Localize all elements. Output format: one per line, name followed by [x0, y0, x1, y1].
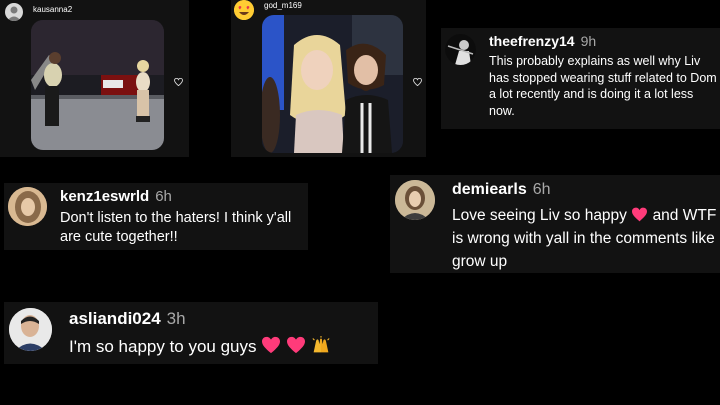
post-card-kausanna2: kausanna2	[0, 0, 189, 157]
like-comment-button[interactable]	[413, 78, 422, 86]
comment-time: 6h	[155, 188, 172, 205]
post-photo[interactable]	[31, 20, 164, 150]
user-avatar-image	[9, 308, 52, 351]
comment-header: demiearls 6h	[452, 181, 551, 199]
comment-username[interactable]: asliandi024	[69, 309, 161, 328]
comment-time: 3h	[166, 309, 186, 328]
comment-username[interactable]: demiearls	[452, 181, 527, 198]
comment-text: I'm so happy to you guys	[69, 336, 374, 358]
avatar[interactable]	[5, 3, 23, 21]
user-avatar-image	[8, 187, 47, 226]
comment-card-kenz1eswrld: kenz1eswrld 6h Don't listen to the haters…	[4, 183, 308, 250]
comment-text: Don't listen to the haters! I think y'al…	[60, 210, 292, 245]
avatar[interactable]	[395, 180, 435, 220]
comment-time: 6h	[532, 181, 551, 198]
raising-hands-emoji	[312, 336, 330, 353]
comment-time: 9h	[580, 33, 597, 49]
like-comment-button[interactable]	[174, 78, 183, 86]
comment-header: kenz1eswrld 6h	[60, 188, 172, 205]
comment-username[interactable]: theefrenzy14	[489, 33, 575, 49]
post-username[interactable]: kausanna2	[33, 5, 72, 14]
post-card-god_m169: god_m169	[231, 0, 426, 157]
heart-outline-icon	[413, 78, 422, 86]
heart-emoji	[632, 207, 648, 222]
comment-text-part-1: Love seeing Liv so happy	[452, 207, 627, 224]
heart-eyes-emoji	[234, 0, 254, 20]
comment-header: asliandi024 3h	[69, 309, 186, 329]
heart-emoji	[286, 336, 305, 354]
wrestling-ring-scene	[31, 20, 164, 150]
comment-card-theefrenzy14: theefrenzy14 9h This probably explains as…	[441, 28, 720, 129]
comment-text: Love seeing Liv so happy and WTF is wron…	[452, 204, 718, 273]
comment-text-part-1: I'm so happy to you guys	[69, 337, 257, 356]
comment-card-asliandi024: asliandi024 3h I'm so happy to you guys	[4, 302, 378, 364]
avatar[interactable]	[9, 308, 52, 351]
post-username[interactable]: god_m169	[264, 1, 302, 10]
comment-text: This probably explains as well why Liv h…	[489, 54, 717, 118]
avatar[interactable]	[8, 187, 47, 226]
heart-outline-icon	[174, 78, 183, 86]
heart-emoji	[262, 336, 281, 354]
post-photo[interactable]	[262, 15, 403, 153]
user-avatar-image	[445, 34, 476, 65]
selfie-scene	[262, 15, 403, 153]
comment-header: theefrenzy14 9h	[489, 33, 596, 49]
avatar[interactable]	[445, 34, 476, 65]
default-avatar-icon	[7, 6, 21, 21]
comment-username[interactable]: kenz1eswrld	[60, 188, 149, 205]
user-avatar-image	[395, 180, 435, 220]
comment-card-demiearls: demiearls 6h Love seeing Liv so happy and…	[390, 175, 720, 273]
avatar[interactable]	[234, 0, 254, 20]
